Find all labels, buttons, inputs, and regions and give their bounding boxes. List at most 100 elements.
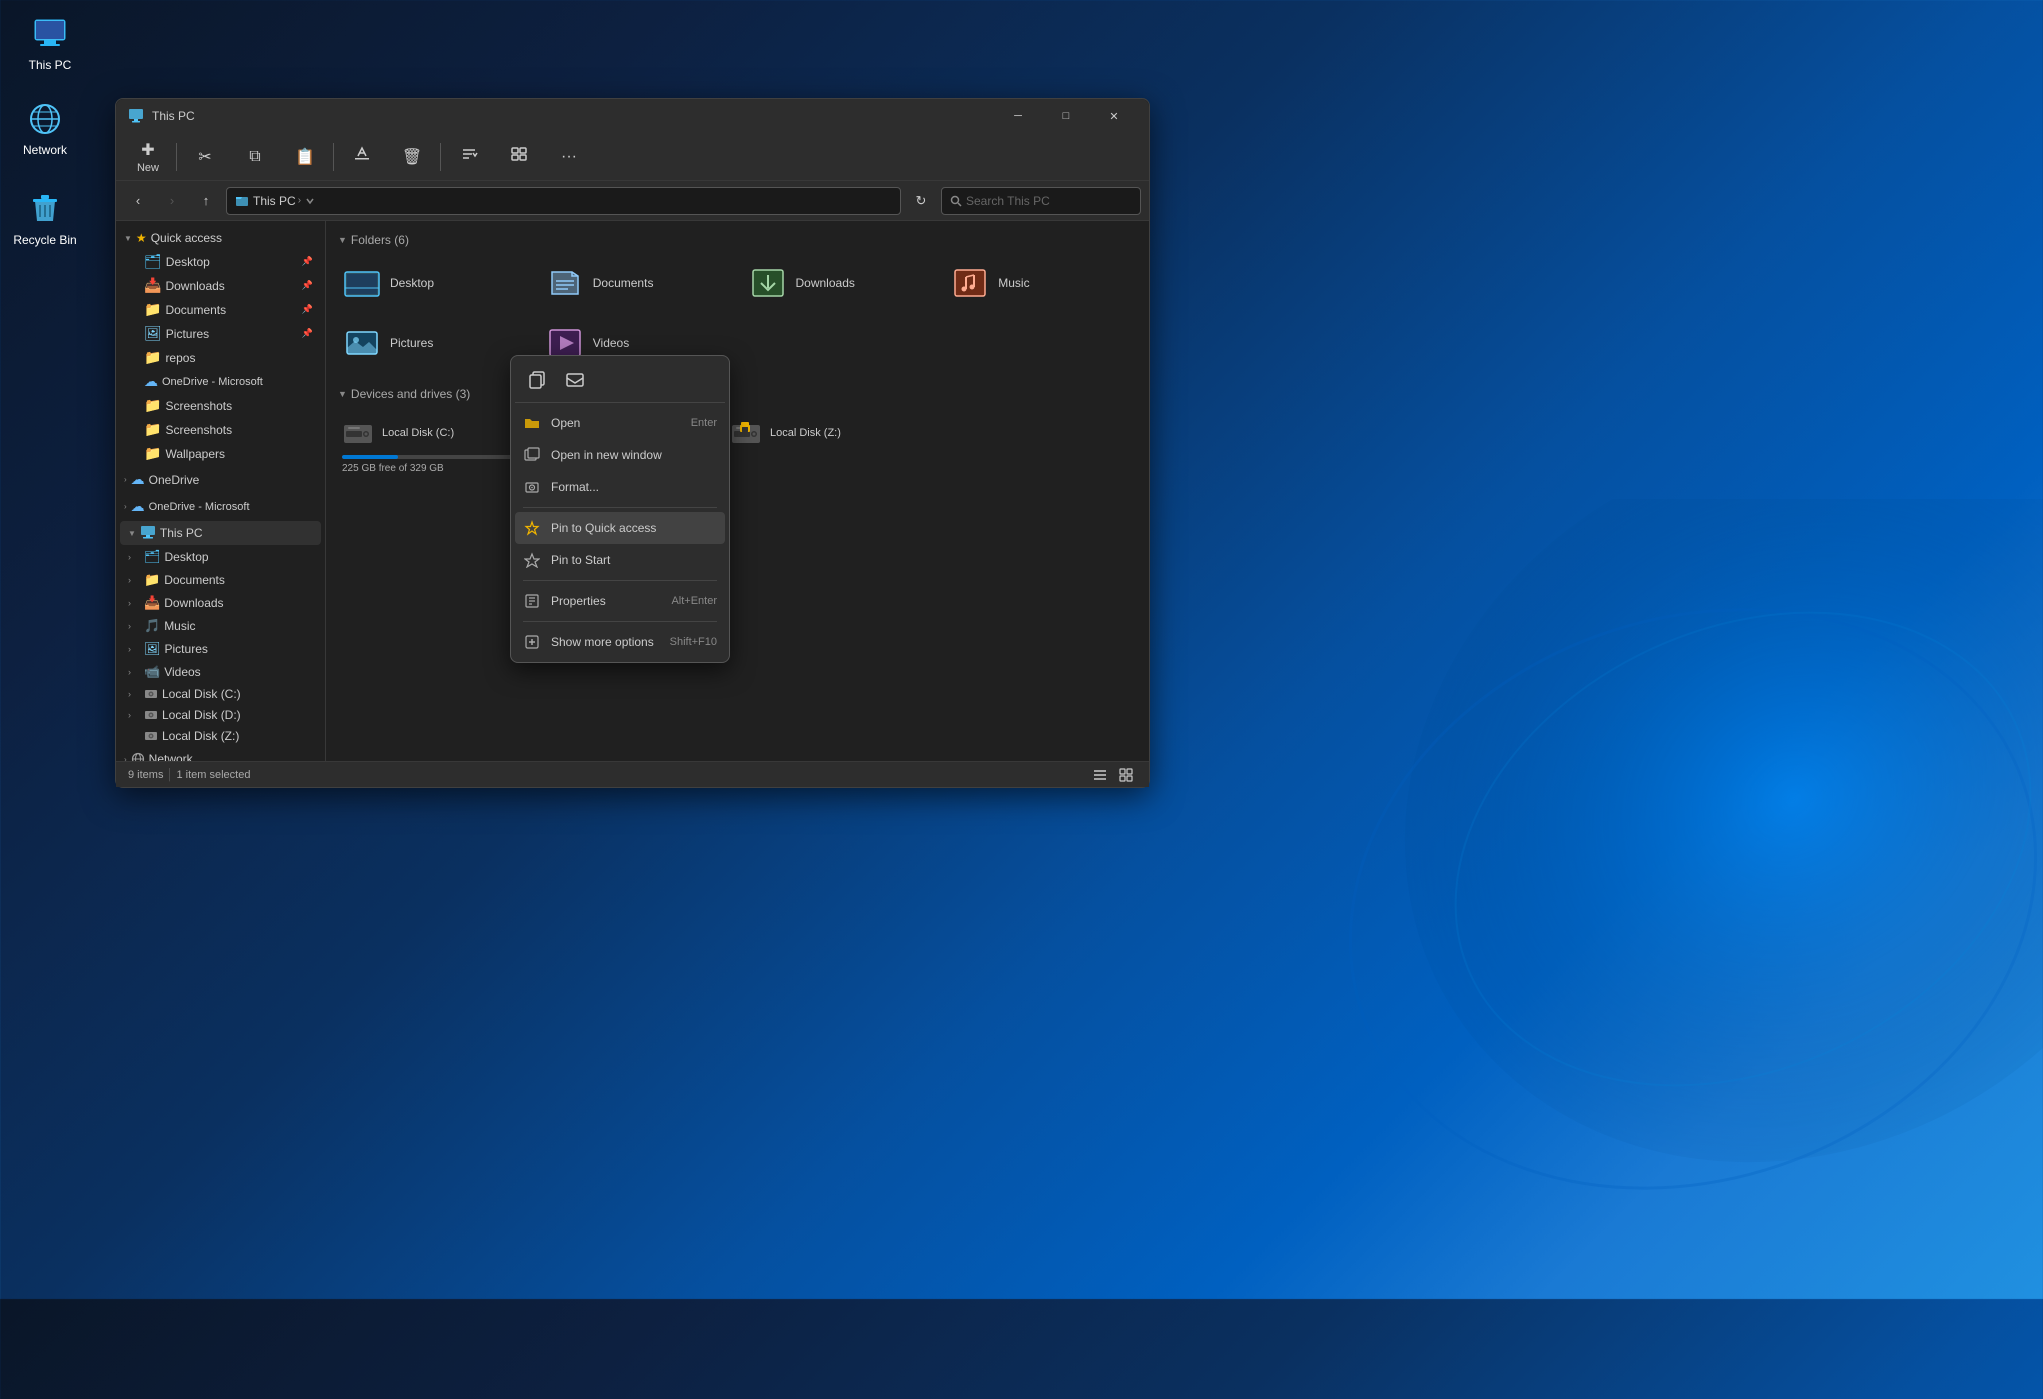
sidebar-item-qa-wallpapers[interactable]: 📁 Wallpapers <box>120 442 321 465</box>
sidebar-onedrive-label: OneDrive <box>149 473 200 487</box>
minimize-button[interactable]: ─ <box>995 99 1041 133</box>
context-item-pin-start[interactable]: Pin to Start <box>515 544 725 576</box>
sidebar-item-label: Desktop <box>166 255 298 269</box>
context-open-shortcut: Enter <box>691 417 717 429</box>
sidebar-item-pc-documents[interactable]: › 📁 Documents <box>120 569 321 591</box>
sidebar-item-qa-screenshots2[interactable]: 📁 Screenshots <box>120 418 321 441</box>
up-button[interactable]: ↑ <box>192 187 220 215</box>
close-button[interactable]: ✕ <box>1091 99 1137 133</box>
sidebar-item-qa-documents[interactable]: 📁 Documents 📌 <box>120 298 321 321</box>
drive-c-icon <box>144 687 158 701</box>
pin-icon: 📌 <box>302 256 313 267</box>
paste-icon: 📋 <box>295 147 315 167</box>
sidebar: ▼ ★ Quick access 🗂 Desktop 📌 📥 Downloads… <box>116 221 326 761</box>
maximize-button[interactable]: □ <box>1043 99 1089 133</box>
grid-view-button[interactable] <box>1115 764 1137 786</box>
context-properties-shortcut: Alt+Enter <box>671 595 717 607</box>
drive-c-free: 225 GB free of 329 GB <box>342 463 516 474</box>
folder-desktop-label: Desktop <box>390 276 434 290</box>
sidebar-item-qa-downloads[interactable]: 📥 Downloads 📌 <box>120 274 321 297</box>
sidebar-item-pc-local-z[interactable]: Local Disk (Z:) <box>120 726 321 746</box>
drives-section-header[interactable]: ▼ Devices and drives (3) <box>334 383 1141 409</box>
search-box[interactable]: Search This PC <box>941 187 1141 215</box>
sidebar-item-pc-desktop[interactable]: › 🗂 Desktop <box>120 546 321 568</box>
sidebar-onedrive-ms-header[interactable]: › ☁ OneDrive - Microsoft <box>116 494 325 519</box>
context-separator-2 <box>523 580 717 581</box>
sidebar-quick-access-header[interactable]: ▼ ★ Quick access <box>116 227 325 249</box>
sidebar-section-network: › Network <box>116 748 325 761</box>
context-open-label: Open <box>551 416 681 430</box>
cut-button[interactable]: ✂ <box>181 143 229 171</box>
drive-item-c[interactable]: Local Disk (C:) 225 GB free of 329 GB <box>334 409 524 484</box>
context-copy-button[interactable] <box>519 364 555 396</box>
drive-item-z[interactable]: Local Disk (Z:) <box>722 409 912 484</box>
sidebar-item-pc-local-d[interactable]: › Local Disk (D:) <box>120 705 321 725</box>
paste-button[interactable]: 📋 <box>281 143 329 171</box>
address-bar: ‹ › ↑ This PC › ↻ Search This PC <box>116 181 1149 221</box>
copy-button[interactable]: ⧉ <box>231 144 279 170</box>
desktop-icon-this-pc[interactable]: This PC <box>10 10 90 76</box>
this-pc-icon <box>30 14 70 54</box>
address-input[interactable]: This PC › <box>226 187 901 215</box>
list-view-button[interactable] <box>1089 764 1111 786</box>
folder-item-downloads[interactable]: Downloads <box>740 255 939 311</box>
delete-button[interactable]: 🗑 <box>388 143 436 171</box>
context-item-open[interactable]: Open Enter <box>515 407 725 439</box>
onedrive-icon: ☁ <box>131 471 145 488</box>
desktop-icon-recycle-bin[interactable]: Recycle Bin <box>5 185 85 251</box>
toolbar-separator-3 <box>440 143 441 171</box>
videos-icon: 📹 <box>144 664 160 680</box>
forward-button[interactable]: › <box>158 187 186 215</box>
desktop-icon-recycle-bin-label: Recycle Bin <box>13 233 76 247</box>
folder-downloads-label: Downloads <box>796 276 855 290</box>
sidebar-item-pc-local-c[interactable]: › Local Disk (C:) <box>120 684 321 704</box>
context-item-open-new-window[interactable]: Open in new window <box>515 439 725 471</box>
status-bar: 9 items │ 1 item selected <box>116 761 1149 787</box>
folder-item-documents[interactable]: Documents <box>537 255 736 311</box>
view-button[interactable] <box>495 141 543 172</box>
folders-section-header[interactable]: ▼ Folders (6) <box>334 229 1141 255</box>
status-bar-left: 9 items │ 1 item selected <box>128 769 250 781</box>
sidebar-item-pc-pictures[interactable]: › 🖼 Pictures <box>120 638 321 660</box>
sidebar-item-pc-music[interactable]: › 🎵 Music <box>120 615 321 637</box>
sidebar-this-pc-header[interactable]: ▼ This PC <box>120 521 321 545</box>
sidebar-network-header[interactable]: › Network <box>116 748 325 761</box>
sidebar-item-qa-desktop[interactable]: 🗂 Desktop 📌 <box>120 250 321 273</box>
sidebar-item-label: Local Disk (C:) <box>162 687 313 701</box>
context-item-pin-quick-access[interactable]: Pin to Quick access <box>515 512 725 544</box>
sidebar-item-pc-videos[interactable]: › 📹 Videos <box>120 661 321 683</box>
context-item-show-more[interactable]: Show more options Shift+F10 <box>515 626 725 658</box>
folder-item-pictures[interactable]: Pictures <box>334 315 533 371</box>
sidebar-item-pc-downloads[interactable]: › 📥 Downloads <box>120 592 321 614</box>
title-bar: This PC ─ □ ✕ <box>116 99 1149 133</box>
context-item-properties[interactable]: Properties Alt+Enter <box>515 585 725 617</box>
refresh-button[interactable]: ↻ <box>907 187 935 215</box>
breadcrumb-this-pc[interactable]: This PC <box>253 194 296 208</box>
sidebar-item-qa-pictures[interactable]: 🖼 Pictures 📌 <box>120 322 321 345</box>
desktop-icon-network[interactable]: Network <box>5 95 85 161</box>
sidebar-section-this-pc: ▼ This PC › 🗂 Desktop › 📁 Documents › 📥 <box>116 521 325 746</box>
back-button[interactable]: ‹ <box>124 187 152 215</box>
folders-grid: Desktop Documents Downloads <box>334 255 1141 371</box>
folders-section-title: Folders (6) <box>351 233 409 247</box>
more-button[interactable]: ··· <box>545 144 593 170</box>
folder-item-music[interactable]: Music <box>942 255 1141 311</box>
sidebar-item-label: Screenshots <box>165 423 313 437</box>
sidebar-onedrive-header[interactable]: › ☁ OneDrive <box>116 467 325 492</box>
folder-item-desktop[interactable]: Desktop <box>334 255 533 311</box>
sidebar-item-qa-onedrive-ms[interactable]: ☁ OneDrive - Microsoft <box>120 370 321 393</box>
context-item-format[interactable]: Format... <box>515 471 725 503</box>
sidebar-onedrive-ms-label: OneDrive - Microsoft <box>149 501 250 513</box>
status-bar-right <box>1089 764 1137 786</box>
onedrive-ms-icon: ☁ <box>131 498 145 515</box>
rename-button[interactable] <box>338 141 386 172</box>
context-open-button[interactable] <box>557 364 593 396</box>
context-separator-3 <box>523 621 717 622</box>
sort-button[interactable] <box>445 141 493 172</box>
sidebar-item-qa-repos[interactable]: 📁 repos <box>120 346 321 369</box>
drive-c-large-icon <box>342 417 374 449</box>
folder-pictures-icon <box>342 323 382 363</box>
sidebar-item-label: Videos <box>164 665 313 679</box>
sidebar-item-qa-screenshots1[interactable]: 📁 Screenshots <box>120 394 321 417</box>
new-button[interactable]: ✚ New <box>124 136 172 178</box>
